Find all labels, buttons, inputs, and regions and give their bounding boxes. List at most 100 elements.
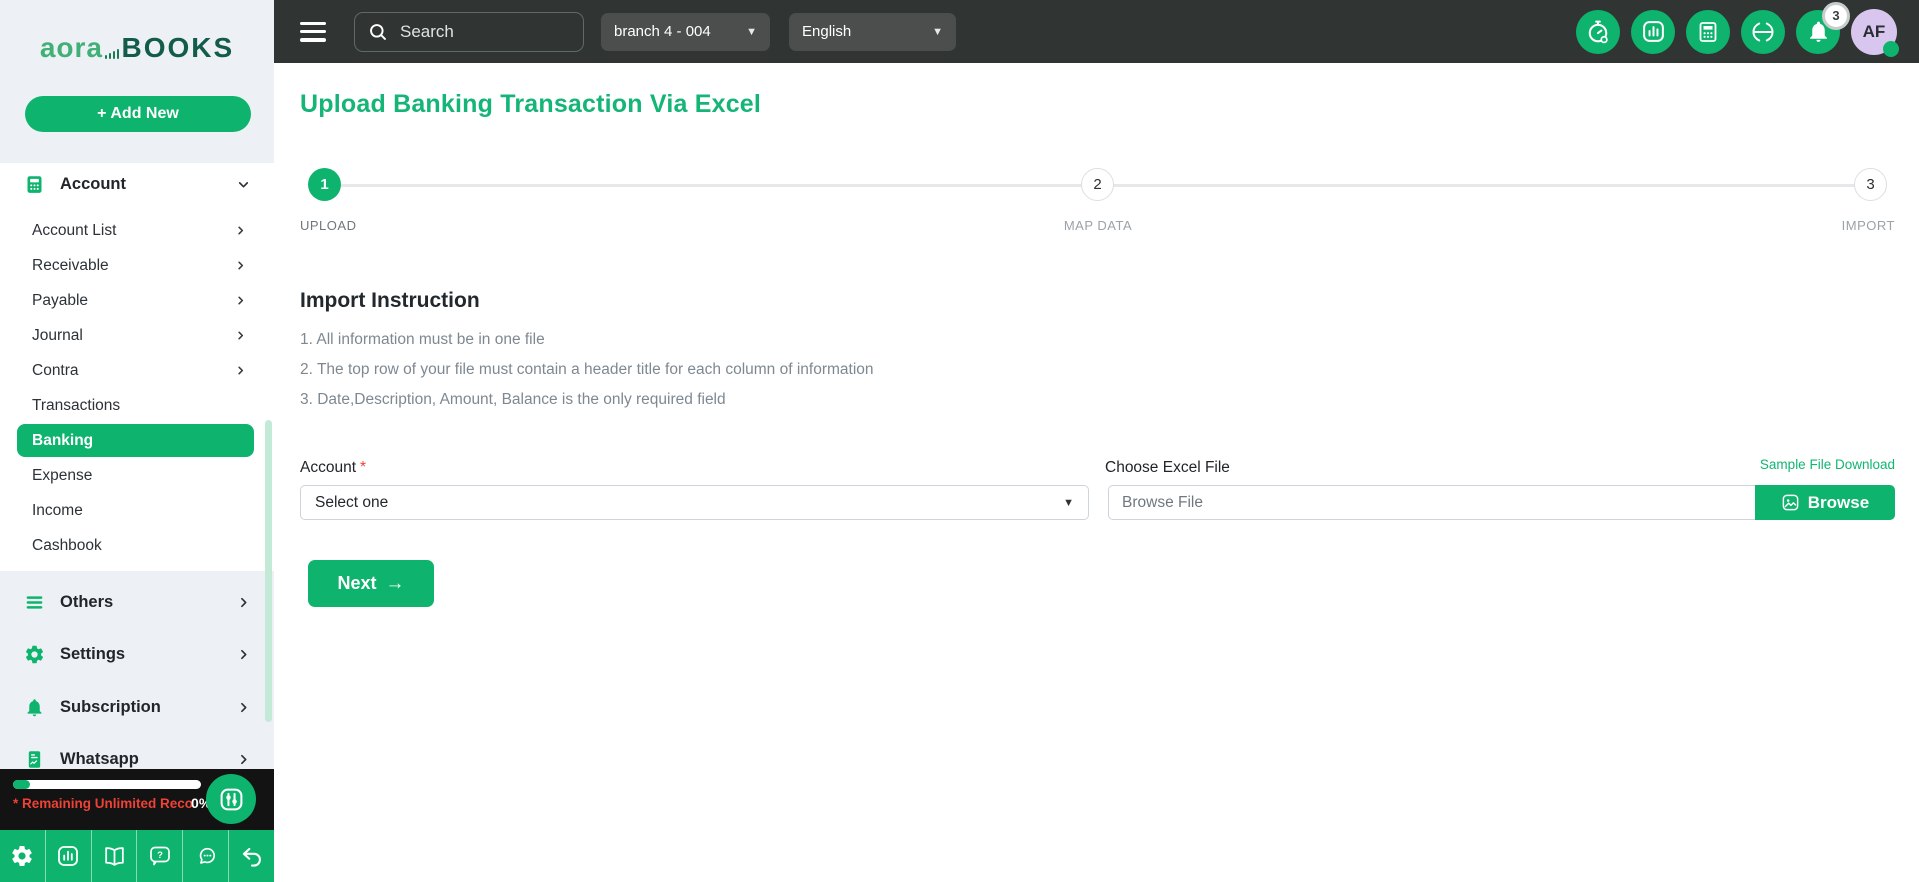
calculator-icon [24,174,45,195]
sidebar-item-label: Transactions [32,396,121,414]
account-label-text: Account [300,459,357,476]
file-input[interactable]: Browse File [1108,485,1755,520]
sidebar-item-label: Payable [32,291,89,309]
caret-down-icon: ▼ [1063,496,1074,509]
instruction-item: 3. Date,Description, Amount, Balance is … [300,391,726,408]
svg-text:?: ? [157,850,163,861]
topbar-actions: 3 AF [1576,1,1899,57]
account-select-value: Select one [315,493,389,511]
analytics-button[interactable] [1631,9,1675,54]
sidebar-scrollbar[interactable] [265,420,272,722]
chevron-right-icon [235,260,246,271]
scan-icon [1750,19,1776,45]
gear-icon [24,644,45,665]
hamburger-menu-icon[interactable] [300,21,326,42]
sidebar-item-account-list[interactable]: Account List [0,213,274,248]
preferences-button[interactable] [206,774,256,824]
notifications-button[interactable]: 3 [1796,1,1850,54]
sidebar-item-transactions[interactable]: Transactions [0,388,274,423]
logo-bars-icon [104,49,120,64]
next-button-label: Next [337,573,377,593]
sidebar-item-income[interactable]: Income [0,493,274,528]
step-2-circle: 2 [1081,168,1114,201]
chat-icon [193,844,218,869]
language-select-value: English [802,23,852,40]
account-field-label: Account * [300,459,366,477]
step-2-label: MAP DATA [1063,218,1133,233]
sidebar-item-label: Journal [32,326,83,344]
footer-reports-button[interactable] [46,830,92,882]
footer-settings-button[interactable] [0,830,46,882]
step-3-circle: 3 [1854,168,1887,201]
calculator-button[interactable] [1686,9,1730,54]
sidebar-item-contra[interactable]: Contra [0,353,274,388]
chevron-right-icon [237,753,250,766]
book-icon [102,844,127,869]
browse-button[interactable]: Browse [1755,485,1895,520]
instructions-heading: Import Instruction [300,289,480,312]
branch-select[interactable]: branch 4 - 004 ▼ [601,12,770,51]
chevron-down-icon [237,178,250,191]
sidebar-item-label: Contra [32,361,79,379]
sidebar-group-subscription[interactable]: Subscription [0,681,274,734]
topbar: Search branch 4 - 004 ▼ English ▼ 3 AF [274,0,1919,63]
required-asterisk: * [360,459,367,476]
chevron-right-icon [235,225,246,236]
footer-help-button[interactable]: ? [137,830,184,882]
sidebar-item-banking[interactable]: Banking [17,424,254,457]
avatar-initials: AF [1862,21,1886,41]
footer-docs-button[interactable] [92,830,138,882]
sidebar-item-label: Cashbook [32,536,102,554]
sidebar-item-label: Receivable [32,256,109,274]
usage-progress-bar [13,780,201,789]
account-menu-panel: Account Account List Receivable Payable [0,163,274,571]
chevron-right-icon [235,365,246,376]
sidebar: aora BOOKS + Add New Account Account Lis… [0,0,274,882]
step-1-label: UPLOAD [300,218,357,233]
browse-button-label: Browse [1807,492,1870,512]
help-icon: ? [148,844,172,868]
scan-button[interactable] [1741,9,1785,54]
online-status-dot [1883,40,1899,57]
sidebar-group-label: Account [60,174,126,193]
add-new-button[interactable]: + Add New [25,96,251,132]
account-select[interactable]: Select one ▼ [300,485,1089,520]
sidebar-item-payable[interactable]: Payable [0,283,274,318]
sidebar-group-account[interactable]: Account [0,163,274,205]
sidebar-item-expense[interactable]: Expense [0,458,274,493]
bell-icon [24,697,45,718]
notification-badge: 3 [1822,1,1850,30]
menu-lines-icon [24,592,45,613]
next-button[interactable]: Next → [308,560,434,607]
file-field-label: Choose Excel File [1105,459,1230,476]
sidebar-item-cashbook[interactable]: Cashbook [0,528,274,563]
main-content: Upload Banking Transaction Via Excel 1 2… [274,63,1919,882]
sidebar-group-label: Whatsapp [60,750,139,769]
footer-chat-button[interactable] [183,830,230,882]
sidebar-item-label: Account List [32,221,117,239]
caret-down-icon: ▼ [746,25,757,38]
brand-logo: aora BOOKS [0,32,274,64]
footer-undo-button[interactable] [229,830,274,882]
sidebar-group-settings[interactable]: Settings [0,629,274,682]
sidebar-item-journal[interactable]: Journal [0,318,274,353]
timer-button[interactable] [1576,9,1620,54]
search-input[interactable]: Search [354,11,584,52]
browse-file-icon [1781,493,1800,512]
language-select[interactable]: English ▼ [789,12,956,51]
usage-text: * Remaining Unlimited Reco0% [13,795,211,811]
sidebar-bottom-groups: Others Settings Subscription Whatsapp [0,576,274,786]
sample-file-download-link[interactable]: Sample File Download [1760,457,1895,472]
search-icon [367,21,389,43]
step-3-label: IMPORT [1841,218,1895,233]
avatar[interactable]: AF [1851,8,1899,57]
caret-down-icon: ▼ [932,25,943,38]
bar-chart-icon [1641,19,1666,44]
gear-icon [10,844,34,868]
sidebar-item-receivable[interactable]: Receivable [0,248,274,283]
branch-select-value: branch 4 - 004 [614,23,711,40]
account-submenu: Account List Receivable Payable Journal … [0,205,274,563]
sidebar-group-label: Subscription [60,697,161,716]
sidebar-group-others[interactable]: Others [0,576,274,629]
page-title: Upload Banking Transaction Via Excel [300,90,762,118]
